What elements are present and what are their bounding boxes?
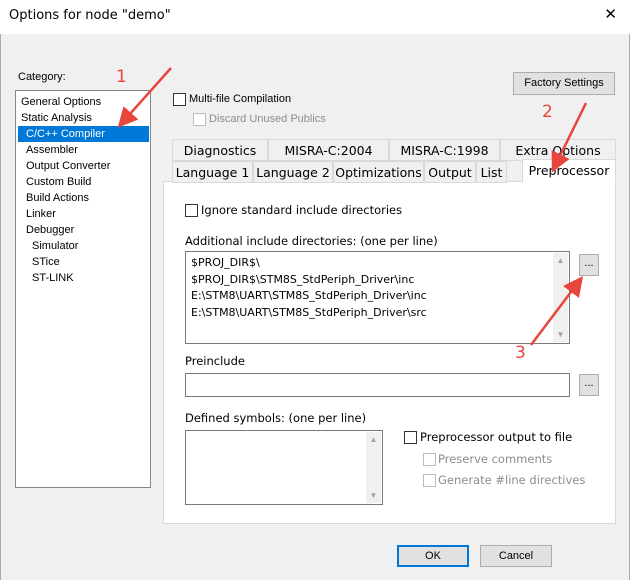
ignore-standard-include-checkbox[interactable] bbox=[185, 204, 198, 217]
multifile-compilation-label: Multi-file Compilation bbox=[189, 93, 292, 105]
factory-settings-button[interactable]: Factory Settings bbox=[513, 72, 615, 95]
generate-line-directives-label: Generate #line directives bbox=[438, 473, 586, 487]
preinclude-label: Preinclude bbox=[185, 354, 245, 368]
include-dir-line: E:\STM8\UART\STM8S_StdPeriph_Driver\src bbox=[191, 305, 427, 319]
category-item-simulator[interactable]: Simulator bbox=[29, 238, 81, 254]
category-item-debugger[interactable]: Debugger bbox=[23, 222, 77, 238]
defined-symbols-textarea[interactable]: ▲ ▼ bbox=[185, 430, 383, 505]
preprocessor-output-label: Preprocessor output to file bbox=[420, 430, 573, 444]
include-directories-scrollbar[interactable]: ▲ ▼ bbox=[553, 253, 568, 342]
category-label: Category: bbox=[18, 71, 66, 83]
annotation-number-1: 1 bbox=[116, 67, 127, 87]
category-list[interactable]: General Options Static Analysis C/C++ Co… bbox=[15, 90, 151, 488]
ignore-standard-include-label: Ignore standard include directories bbox=[201, 203, 403, 217]
scroll-up-icon[interactable]: ▲ bbox=[366, 432, 381, 447]
browse-preinclude-button[interactable]: ... bbox=[579, 374, 599, 396]
tab-language-1[interactable]: Language 1 bbox=[172, 161, 253, 183]
tab-misra-c-1998[interactable]: MISRA-C:1998 bbox=[389, 139, 500, 161]
category-item-custom-build[interactable]: Custom Build bbox=[23, 174, 94, 190]
tab-list[interactable]: List bbox=[476, 161, 507, 183]
category-item-assembler[interactable]: Assembler bbox=[23, 142, 81, 158]
tab-misra-c-2004[interactable]: MISRA-C:2004 bbox=[268, 139, 389, 161]
window-title: Options for node "demo" bbox=[9, 8, 171, 23]
defined-symbols-label: Defined symbols: (one per line) bbox=[185, 411, 367, 425]
category-item-st-link[interactable]: ST-LINK bbox=[29, 270, 77, 286]
annotation-number-2: 2 bbox=[542, 102, 553, 122]
scroll-down-icon[interactable]: ▼ bbox=[553, 327, 568, 342]
include-directories-textarea[interactable]: $PROJ_DIR$\ $PROJ_DIR$\STM8S_StdPeriph_D… bbox=[185, 251, 570, 344]
ok-button[interactable]: OK bbox=[397, 545, 469, 567]
category-item-linker[interactable]: Linker bbox=[23, 206, 59, 222]
include-dir-line: E:\STM8\UART\STM8S_StdPeriph_Driver\inc bbox=[191, 289, 427, 302]
category-item-general-options[interactable]: General Options bbox=[18, 94, 104, 110]
preprocessor-output-checkbox[interactable] bbox=[404, 431, 417, 444]
tab-extra-options[interactable]: Extra Options bbox=[500, 139, 616, 161]
generate-line-directives-checkbox bbox=[423, 474, 436, 487]
annotation-number-3: 3 bbox=[515, 343, 526, 363]
cancel-button[interactable]: Cancel bbox=[480, 545, 552, 567]
preinclude-input[interactable] bbox=[185, 373, 570, 397]
multifile-compilation-checkbox[interactable] bbox=[173, 93, 186, 106]
close-icon[interactable]: ✕ bbox=[604, 5, 617, 23]
tab-optimizations[interactable]: Optimizations bbox=[333, 161, 424, 183]
category-item-output-converter[interactable]: Output Converter bbox=[23, 158, 113, 174]
tab-output[interactable]: Output bbox=[424, 161, 476, 183]
category-item-stice[interactable]: STice bbox=[29, 254, 63, 270]
browse-include-dirs-button[interactable]: ... bbox=[579, 254, 599, 276]
additional-include-label: Additional include directories: (one per… bbox=[185, 234, 438, 248]
scroll-up-icon[interactable]: ▲ bbox=[553, 253, 568, 268]
discard-unused-publics-checkbox bbox=[193, 113, 206, 126]
tab-diagnostics[interactable]: Diagnostics bbox=[172, 139, 268, 161]
include-directories-lines: $PROJ_DIR$\ $PROJ_DIR$\STM8S_StdPeriph_D… bbox=[191, 255, 427, 321]
window-border-left bbox=[0, 34, 1, 580]
include-dir-line: $PROJ_DIR$\ bbox=[191, 256, 260, 269]
scroll-down-icon[interactable]: ▼ bbox=[366, 488, 381, 503]
preserve-comments-checkbox bbox=[423, 453, 436, 466]
category-item-build-actions[interactable]: Build Actions bbox=[23, 190, 92, 206]
discard-unused-publics-label: Discard Unused Publics bbox=[209, 113, 326, 125]
category-item-static-analysis[interactable]: Static Analysis bbox=[18, 110, 95, 126]
category-item-c-cpp-compiler[interactable]: C/C++ Compiler bbox=[18, 126, 149, 142]
preserve-comments-label: Preserve comments bbox=[438, 452, 553, 466]
include-dir-line: $PROJ_DIR$\STM8S_StdPeriph_Driver\inc bbox=[191, 272, 415, 286]
defined-symbols-scrollbar[interactable]: ▲ ▼ bbox=[366, 432, 381, 503]
tab-language-2[interactable]: Language 2 bbox=[253, 161, 333, 183]
tab-preprocessor[interactable]: Preprocessor bbox=[522, 159, 616, 183]
